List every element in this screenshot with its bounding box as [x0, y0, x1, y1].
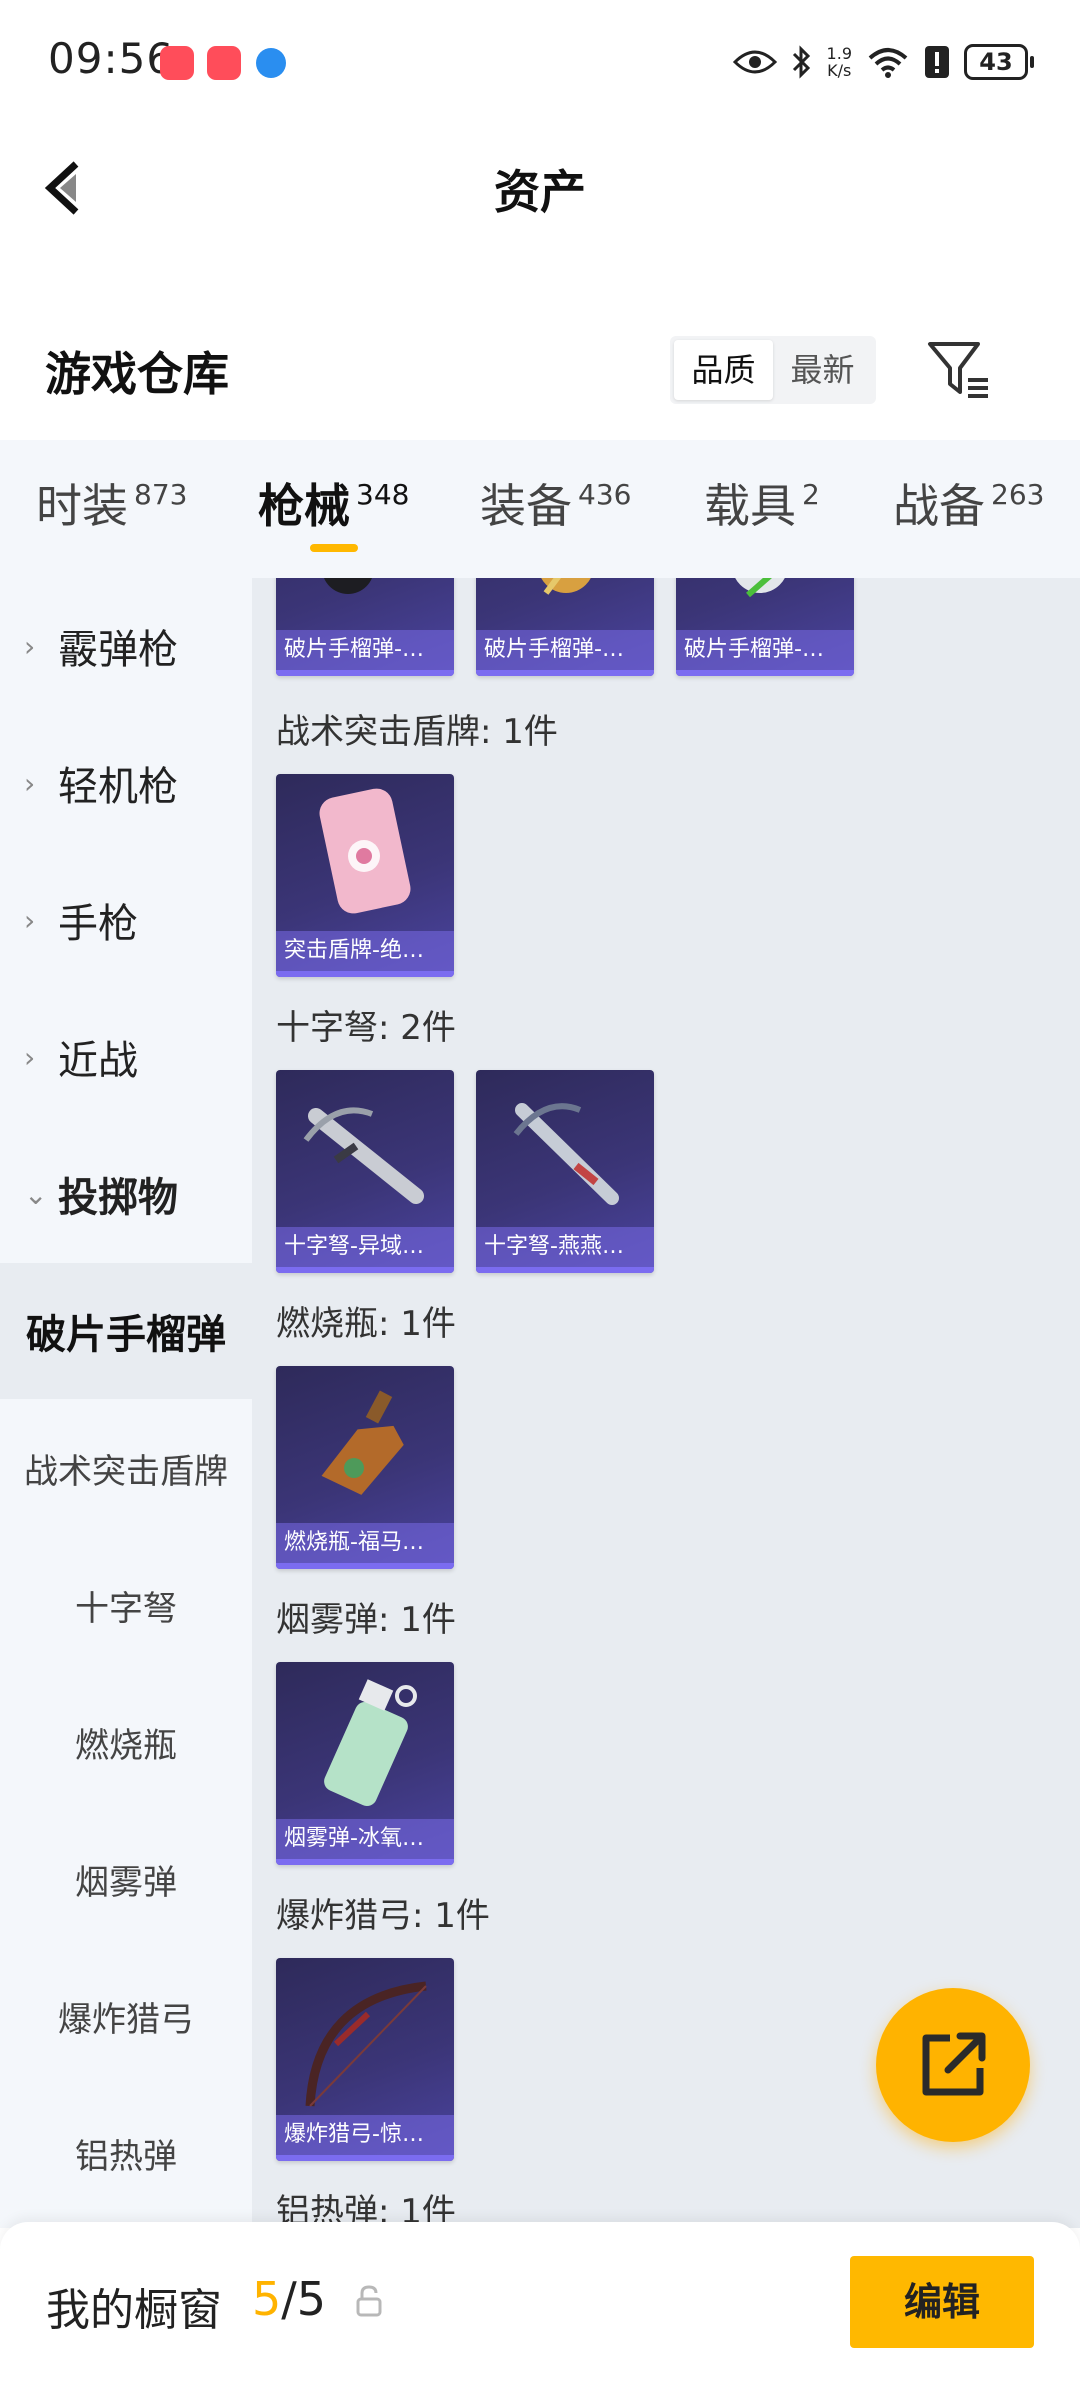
status-time: 09:56	[48, 34, 175, 83]
status-indicators: 1.9 K/s 43	[732, 40, 1034, 84]
tab-supplies[interactable]: 战备 263	[893, 470, 1044, 536]
group-label: 烟雾弹: 1件	[276, 1600, 456, 1640]
item-card[interactable]: 突击盾牌-绝…	[276, 774, 454, 977]
category-tabs: 时装 873 枪械 348 装备 436 载具 2 战备 263	[0, 440, 1080, 578]
sidebar-subitem-molotov[interactable]: 燃烧瓶	[0, 1674, 252, 1810]
share-button[interactable]	[876, 1988, 1030, 2142]
external-link-icon	[922, 2032, 986, 2096]
battery-indicator: 43	[964, 44, 1034, 80]
sidebar-subitem-thermite[interactable]: 铝热弹	[0, 2085, 252, 2221]
showcase-count: 5/5	[252, 2272, 327, 2326]
sidebar-item-melee[interactable]: › 近战	[0, 989, 252, 1125]
group-label: 燃烧瓶: 1件	[276, 1304, 456, 1344]
sidebar-subitem-assault-shield[interactable]: 战术突击盾牌	[0, 1400, 252, 1536]
sidebar-item-lmg[interactable]: › 轻机枪	[0, 715, 252, 851]
sidebar-item-pistol[interactable]: › 手枪	[0, 852, 252, 988]
sort-newest-option[interactable]: 最新	[773, 340, 872, 400]
sidebar-subitem-smoke-grenade[interactable]: 烟雾弹	[0, 1811, 252, 1947]
grenade-icon	[541, 578, 591, 595]
item-card[interactable]: 十字弩-异域…	[276, 1070, 454, 1273]
sidebar-subitem-crossbow[interactable]: 十字弩	[0, 1537, 252, 1673]
section-title: 游戏仓库	[45, 347, 229, 401]
item-card[interactable]: 十字弩-燕燕…	[476, 1070, 654, 1273]
item-grid: 破片手榴弹-… 破片手榴弹-… 破片手榴弹-… 战术突击盾牌: 1件 突击盾牌-…	[252, 578, 1080, 2228]
tab-fashion[interactable]: 时装 873	[36, 470, 187, 536]
item-card[interactable]: 破片手榴弹-…	[276, 578, 454, 676]
tab-vehicles[interactable]: 载具 2	[704, 470, 820, 536]
group-label: 十字弩: 2件	[276, 1008, 456, 1048]
sort-toggle: 品质 最新	[670, 336, 876, 404]
group-label: 战术突击盾牌: 1件	[276, 712, 558, 752]
chevron-right-icon: ›	[24, 629, 36, 663]
sidebar-subitem-frag-grenade[interactable]: 破片手榴弹	[0, 1263, 252, 1399]
item-card[interactable]: 爆炸猎弓-惊…	[276, 1958, 454, 2161]
showcase-title: 我的橱窗	[46, 2285, 222, 2336]
showcase-bar: 我的橱窗 5/5 编辑	[0, 2222, 1080, 2382]
browser-notification-icon	[256, 48, 286, 78]
item-card[interactable]: 烟雾弹-冰氧…	[276, 1662, 454, 1865]
page-title: 资产	[494, 165, 586, 219]
group-label: 爆炸猎弓: 1件	[276, 1896, 490, 1936]
page: { "status_bar": { "time": "09:56", "net_…	[0, 0, 1080, 2382]
crossbow-icon	[513, 1103, 619, 1205]
edit-button[interactable]: 编辑	[850, 2256, 1034, 2348]
item-card[interactable]: 破片手榴弹-…	[676, 578, 854, 676]
shield-icon	[319, 788, 411, 914]
eye-icon	[732, 50, 777, 74]
molotov-icon	[321, 1390, 404, 1495]
app-notification-icon	[160, 46, 194, 80]
smoke-grenade-icon	[324, 1679, 417, 1807]
grenade-icon	[735, 578, 785, 598]
sidebar: › 霰弹枪 › 轻机枪 › 手枪 › 近战 ⌄ 投掷物 破片手榴弹 战术突击盾牌 十字弩 …	[0, 578, 252, 2228]
tab-firearms[interactable]: 枪械 348	[258, 470, 409, 536]
sidebar-item-throwables[interactable]: ⌄ 投掷物	[0, 1126, 252, 1262]
tab-equipment[interactable]: 装备 436	[480, 470, 631, 536]
bluetooth-icon	[792, 45, 810, 79]
crossbow-icon	[303, 1107, 424, 1204]
wifi-icon	[868, 48, 908, 78]
item-card[interactable]: 破片手榴弹-…	[476, 578, 654, 676]
app-notification-icon	[207, 46, 241, 80]
filter-icon[interactable]	[926, 338, 992, 402]
grenade-icon	[324, 578, 372, 594]
status-bar: 09:56 1.9 K/s 43	[0, 0, 1080, 125]
item-card[interactable]: 燃烧瓶-福马…	[276, 1366, 454, 1569]
sidebar-item-shotgun[interactable]: › 霰弹枪	[0, 578, 252, 714]
chevron-down-icon: ⌄	[24, 1177, 48, 1211]
bow-icon	[305, 1981, 427, 2107]
chevron-right-icon: ›	[24, 903, 36, 937]
network-speed: 1.9 K/s	[826, 44, 852, 80]
sidebar-subitem-explosive-bow[interactable]: 爆炸猎弓	[0, 1948, 252, 2084]
active-tab-indicator	[310, 544, 358, 552]
sort-quality-option[interactable]: 品质	[674, 340, 773, 400]
chevron-right-icon: ›	[24, 766, 36, 800]
alert-icon	[925, 46, 949, 78]
chevron-right-icon: ›	[24, 1040, 36, 1074]
lock-icon	[356, 2285, 382, 2317]
